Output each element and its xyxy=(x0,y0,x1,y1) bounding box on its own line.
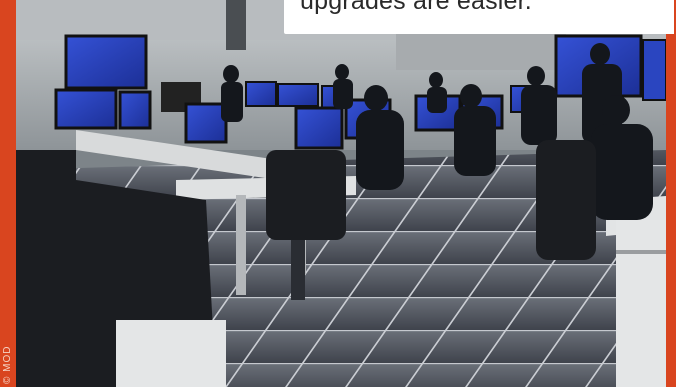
photo-illustration xyxy=(16,0,666,387)
ceiling-column xyxy=(226,0,246,50)
operations-room-photo xyxy=(16,0,666,387)
wall-display-left xyxy=(64,34,148,90)
photo-credit: © MOD xyxy=(2,345,13,384)
photo-caption: upgrades are easier. xyxy=(300,0,532,15)
